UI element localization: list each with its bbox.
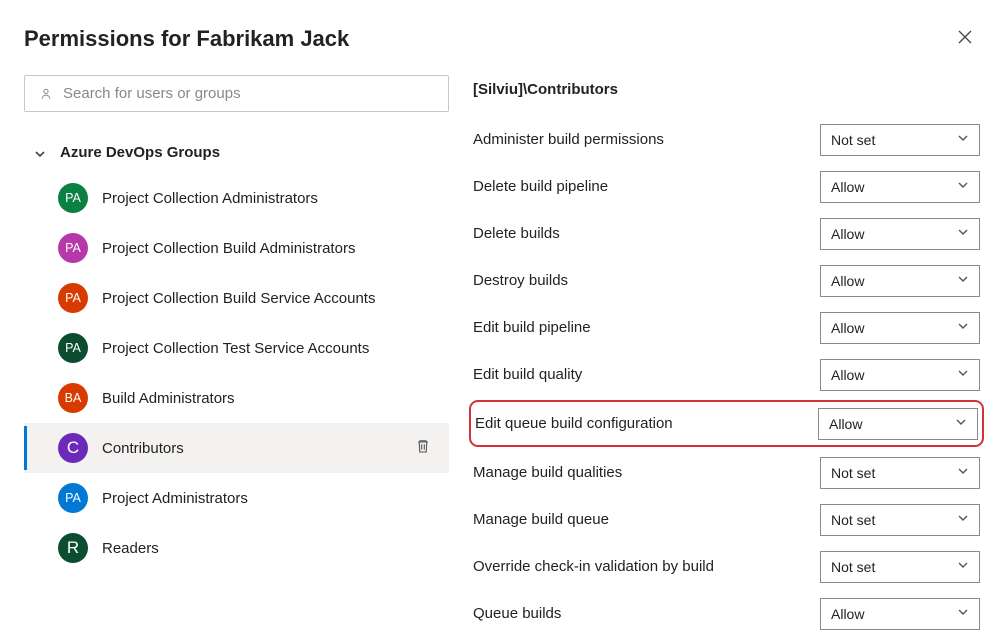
permission-value: Allow [831, 226, 864, 242]
permission-row: Delete build pipeline Allow [473, 163, 980, 210]
avatar: PA [58, 333, 88, 363]
permission-row: Edit build quality Allow [473, 351, 980, 398]
permission-label: Override check-in validation by build [473, 558, 714, 575]
permission-label: Delete build pipeline [473, 178, 608, 195]
permission-dropdown[interactable]: Allow [820, 265, 980, 297]
permission-dropdown[interactable]: Allow [820, 359, 980, 391]
avatar: PA [58, 483, 88, 513]
permission-dropdown[interactable]: Allow [820, 312, 980, 344]
chevron-down-icon [957, 178, 969, 196]
avatar: PA [58, 283, 88, 313]
permission-value: Not set [831, 559, 875, 575]
permission-value: Allow [829, 416, 862, 432]
permission-row: Administer build permissions Not set [473, 116, 980, 163]
permission-value: Allow [831, 179, 864, 195]
chevron-down-icon [957, 558, 969, 576]
avatar: R [58, 533, 88, 563]
group-item[interactable]: R Readers [24, 523, 449, 573]
groups-panel: Azure DevOps Groups PA Project Collection… [24, 75, 449, 637]
permission-label: Manage build queue [473, 511, 609, 528]
chevron-down-icon [957, 464, 969, 482]
permission-row: Override check-in validation by build Not… [473, 543, 980, 590]
permission-row: Destroy builds Allow [473, 257, 980, 304]
chevron-down-icon [957, 225, 969, 243]
chevron-down-icon [957, 272, 969, 290]
permission-dropdown[interactable]: Allow [818, 408, 978, 440]
chevron-down-icon [957, 319, 969, 337]
permission-label: Delete builds [473, 225, 560, 242]
chevron-down-icon [957, 605, 969, 623]
group-name-label: Project Collection Test Service Accounts [102, 340, 435, 357]
group-item[interactable]: PA Project Collection Administrators [24, 173, 449, 223]
permission-value: Allow [831, 367, 864, 383]
permission-dropdown[interactable]: Not set [820, 504, 980, 536]
chevron-down-icon [34, 147, 46, 159]
permission-label: Destroy builds [473, 272, 568, 289]
avatar: C [58, 433, 88, 463]
permission-dropdown[interactable]: Allow [820, 218, 980, 250]
permission-value: Allow [831, 606, 864, 622]
permission-label: Edit queue build configuration [475, 415, 673, 432]
permission-dropdown[interactable]: Not set [820, 124, 980, 156]
permission-label: Queue builds [473, 605, 561, 622]
group-name-label: Project Administrators [102, 490, 435, 507]
group-item[interactable]: PA Project Collection Build Service Accou… [24, 273, 449, 323]
permission-row: Manage build queue Not set [473, 496, 980, 543]
group-name-label: Build Administrators [102, 390, 435, 407]
person-icon [39, 87, 53, 101]
group-name-label: Project Collection Build Service Account… [102, 290, 435, 307]
avatar: PA [58, 183, 88, 213]
group-name-label: Contributors [102, 440, 397, 457]
group-name-label: Project Collection Build Administrators [102, 240, 435, 257]
permission-row: Edit queue build configuration Allow [475, 408, 978, 440]
permission-row: Queue builds Allow [473, 590, 980, 637]
permission-value: Allow [831, 273, 864, 289]
permission-row: Manage build qualities Not set [473, 449, 980, 496]
search-input-container[interactable] [24, 75, 449, 112]
avatar: PA [58, 233, 88, 263]
chevron-down-icon [955, 415, 967, 433]
permission-row: Edit build pipeline Allow [473, 304, 980, 351]
groups-section-header[interactable]: Azure DevOps Groups [24, 134, 449, 171]
permission-dropdown[interactable]: Not set [820, 457, 980, 489]
permission-label: Edit build quality [473, 366, 582, 383]
chevron-down-icon [957, 366, 969, 384]
chevron-down-icon [957, 131, 969, 149]
highlighted-permission: Edit queue build configuration Allow [469, 400, 984, 447]
close-icon[interactable] [950, 24, 980, 53]
group-name-label: Readers [102, 540, 435, 557]
groups-section-title: Azure DevOps Groups [60, 144, 220, 161]
permission-label: Administer build permissions [473, 131, 664, 148]
permission-value: Not set [831, 512, 875, 528]
permission-label: Edit build pipeline [473, 319, 591, 336]
selected-group-title: [Silviu]\Contributors [473, 75, 980, 98]
permission-value: Allow [831, 320, 864, 336]
search-input[interactable] [63, 85, 434, 102]
chevron-down-icon [957, 511, 969, 529]
permission-label: Manage build qualities [473, 464, 622, 481]
trash-icon[interactable] [411, 434, 435, 463]
page-title: Permissions for Fabrikam Jack [24, 26, 349, 52]
permissions-panel: [Silviu]\Contributors Administer build p… [473, 75, 980, 637]
permission-row: Delete builds Allow [473, 210, 980, 257]
permission-value: Not set [831, 132, 875, 148]
permission-dropdown[interactable]: Allow [820, 171, 980, 203]
group-item[interactable]: PA Project Collection Build Administrator… [24, 223, 449, 273]
group-name-label: Project Collection Administrators [102, 190, 435, 207]
permission-dropdown[interactable]: Not set [820, 551, 980, 583]
group-item[interactable]: PA Project Collection Test Service Accoun… [24, 323, 449, 373]
group-item[interactable]: PA Project Administrators [24, 473, 449, 523]
group-item[interactable]: C Contributors [24, 423, 449, 473]
group-item[interactable]: BA Build Administrators [24, 373, 449, 423]
permission-value: Not set [831, 465, 875, 481]
avatar: BA [58, 383, 88, 413]
permission-dropdown[interactable]: Allow [820, 598, 980, 630]
